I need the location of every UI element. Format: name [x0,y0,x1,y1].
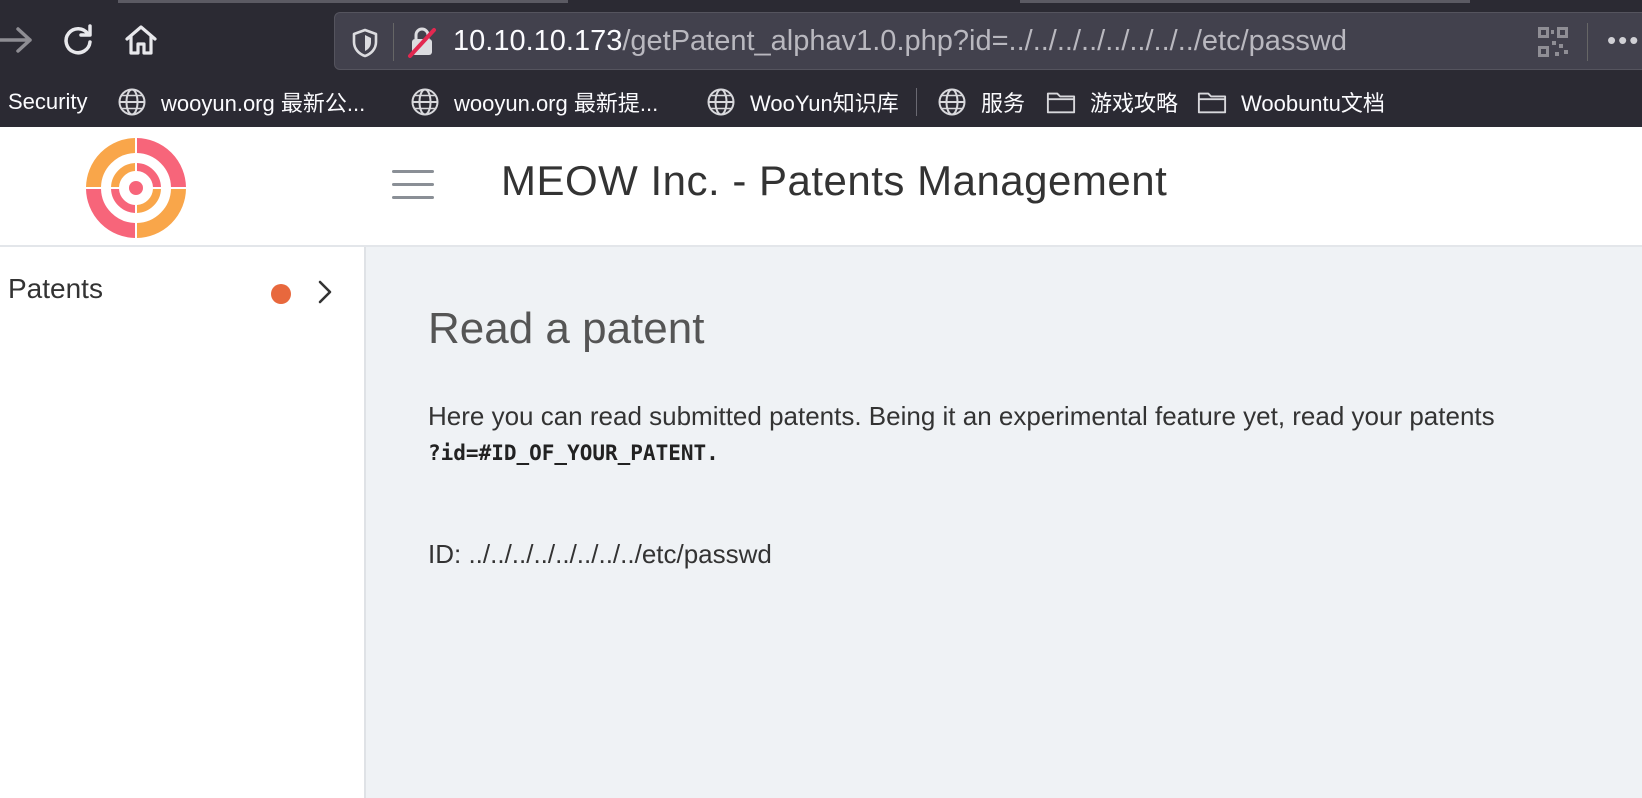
notification-dot [271,284,291,304]
reload-icon[interactable] [56,18,100,62]
folder-icon [1197,87,1227,117]
hamburger-menu-icon[interactable] [392,168,434,202]
forward-arrow-icon[interactable] [0,18,38,62]
tab-strip-edge [118,0,568,3]
chevron-right-icon[interactable] [318,280,332,308]
globe-icon [117,87,147,117]
sidebar-item-patents[interactable]: Patents [0,267,364,317]
patent-id-display: ID: ../../../../../../../../etc/passwd [428,539,772,569]
url-text[interactable]: 10.10.10.173/getPatent_alphav1.0.php?id=… [453,21,1347,61]
url-divider [1587,23,1588,61]
url-host: 10.10.10.173 [453,25,623,57]
url-path: /getPatent_alphav1.0.php?id=../../../../… [622,25,1347,57]
bookmark-wooyun-knowledge[interactable]: WooYun知识库 [706,82,899,122]
page-title: MEOW Inc. - Patents Management [501,157,1168,204]
bookmark-services[interactable]: 服务 [937,82,1025,122]
url-divider [393,23,394,61]
main-content: Read a patent Here you can read submitte… [366,247,1642,798]
sidebar: Patents [0,247,366,798]
tab-strip-edge [1020,0,1470,3]
bookmark-wooyun-latest-submit[interactable]: wooyun.org 最新提... [410,82,658,122]
bookmark-label: 服务 [981,91,1026,116]
globe-icon [706,87,736,117]
qr-code-icon[interactable] [1537,26,1569,62]
bookmark-label: 游戏攻略 [1090,91,1179,116]
usage-hint-code: ?id=#ID_OF_YOUR_PATENT. [428,441,719,465]
bookmark-label: WooYun知识库 [750,91,899,116]
page-actions-more-icon[interactable]: ••• [1607,25,1640,56]
bookmark-folder-woobuntu-docs[interactable]: Woobuntu文档 [1197,82,1385,122]
insecure-lock-icon[interactable] [407,26,437,62]
bookmark-label: Security [8,89,88,114]
browser-chrome: 10.10.10.173/getPatent_alphav1.0.php?id=… [0,0,1642,127]
bookmark-folder-game-guides[interactable]: 游戏攻略 [1046,82,1178,122]
sidebar-item-label: Patents [8,273,103,304]
bookmark-separator [916,88,917,116]
globe-icon [410,87,440,117]
bookmark-security[interactable]: Security [8,82,87,122]
bookmark-wooyun-latest-public[interactable]: wooyun.org 最新公... [117,82,365,122]
description-text: Here you can read submitted patents. Bei… [428,401,1495,431]
bookmark-label: Woobuntu文档 [1241,91,1385,116]
bookmark-label: wooyun.org 最新公... [161,91,366,116]
tracking-shield-icon[interactable] [351,28,379,62]
bookmark-label: wooyun.org 最新提... [454,91,659,116]
section-heading: Read a patent [428,304,705,353]
bookmarks-toolbar: Security wooyun.org 最新公... wooyun.org 最新… [0,82,1642,122]
meow-logo[interactable] [85,137,187,239]
globe-icon [937,87,967,117]
app-header: MEOW Inc. - Patents Management [0,127,1642,247]
folder-icon [1046,87,1076,117]
home-icon[interactable] [119,18,163,62]
address-bar[interactable]: 10.10.10.173/getPatent_alphav1.0.php?id=… [334,12,1642,70]
